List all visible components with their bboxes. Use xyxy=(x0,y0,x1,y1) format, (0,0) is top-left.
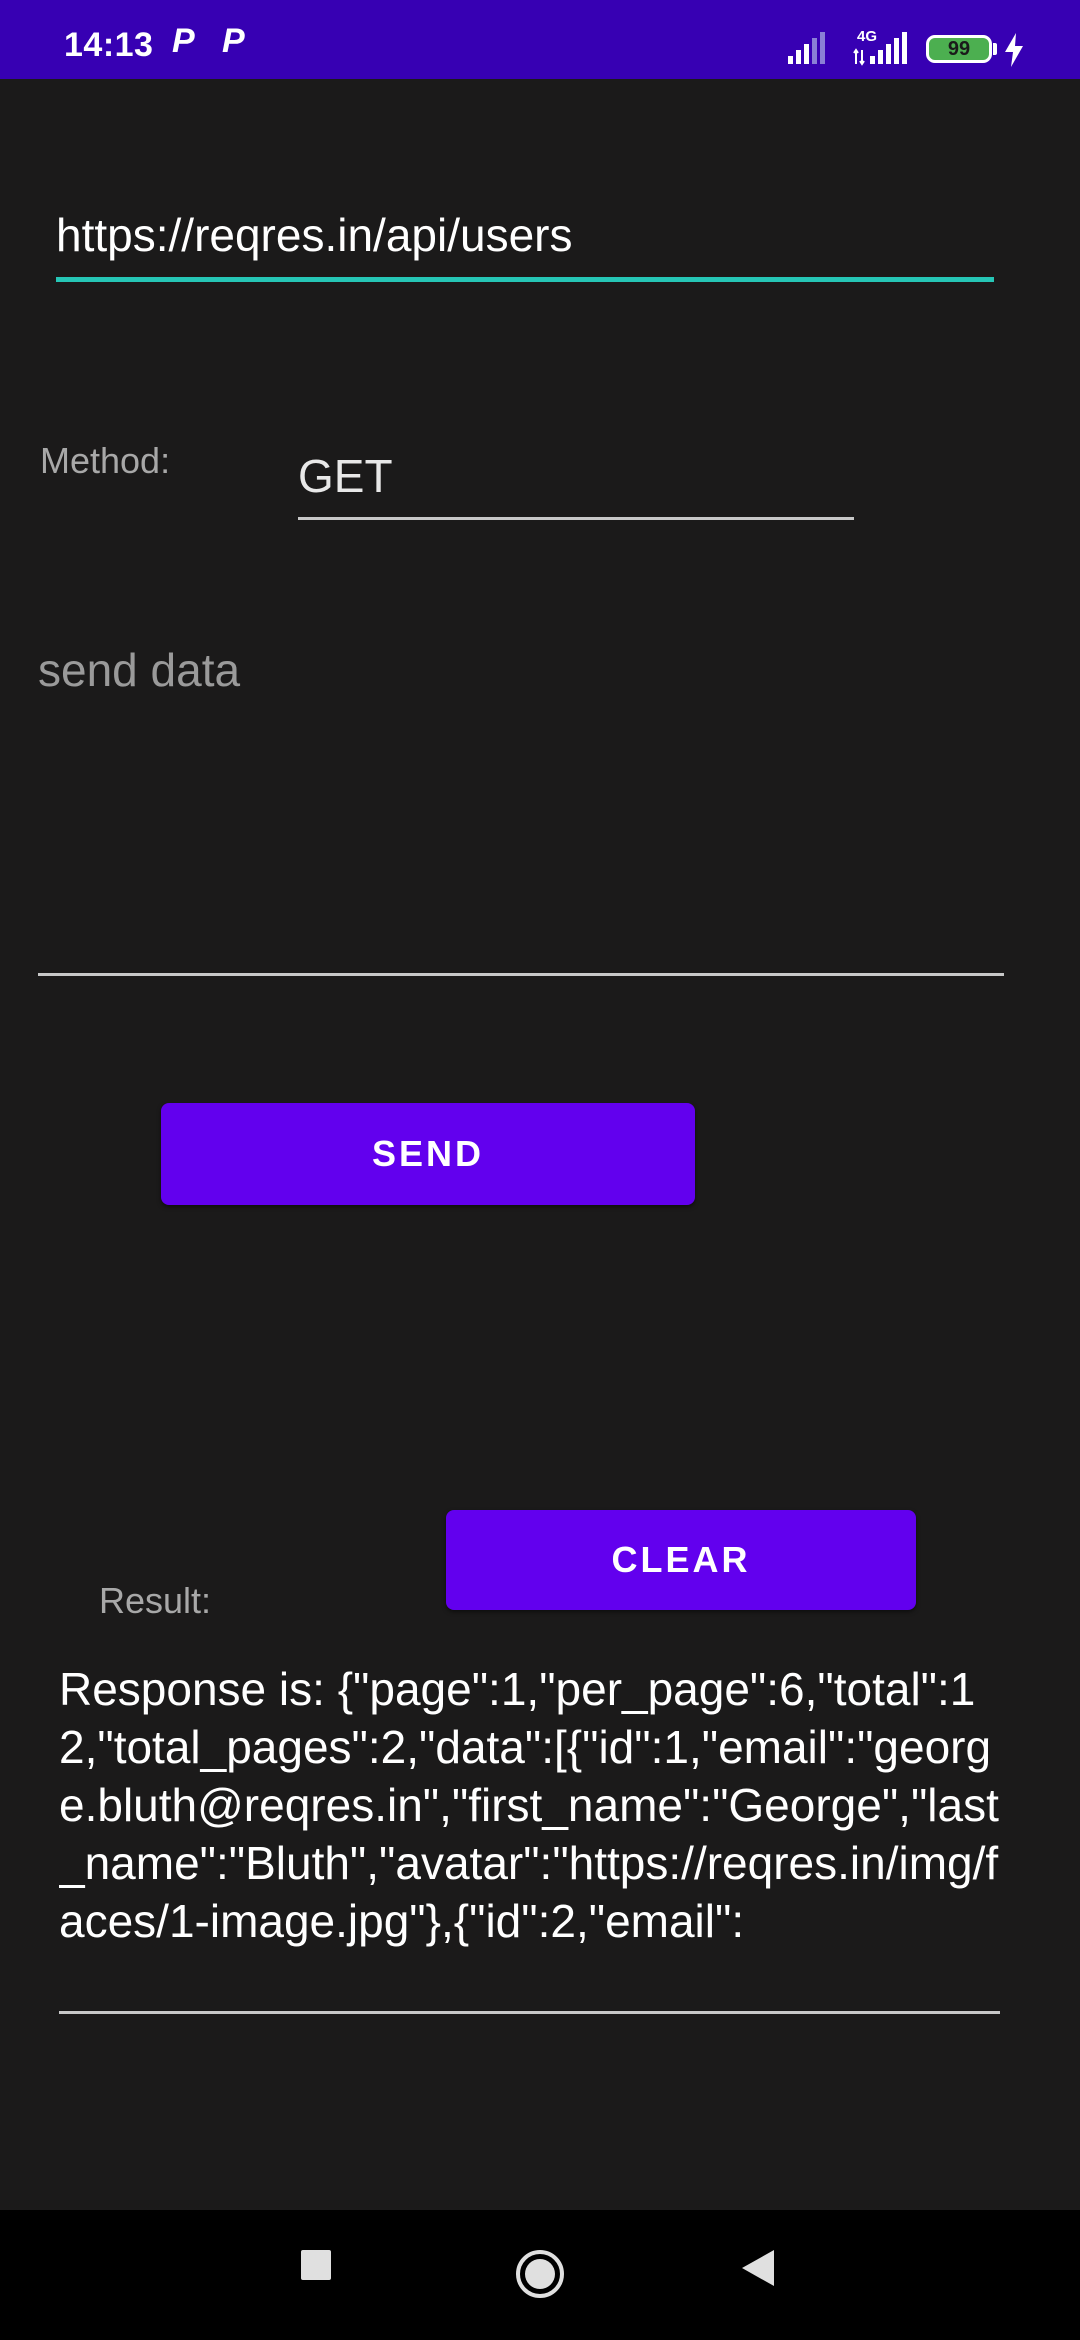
clear-button[interactable]: CLEAR xyxy=(446,1510,916,1610)
url-input[interactable]: https://reqres.in/api/users xyxy=(56,200,994,282)
recents-icon[interactable] xyxy=(299,2248,333,2282)
send-button[interactable]: SEND xyxy=(161,1103,695,1205)
home-icon[interactable] xyxy=(514,2248,566,2300)
send-data-input[interactable]: send data xyxy=(38,640,1004,976)
response-text[interactable]: Response is: {"page":1,"per_page":6,"tot… xyxy=(59,1660,1000,2014)
battery-level: 99 xyxy=(947,37,971,60)
notification-p-icon: P xyxy=(222,22,245,60)
status-bar: 14:13 P P 4G 99 xyxy=(0,0,1080,79)
status-time: 14:13 xyxy=(64,26,154,64)
result-label: Result: xyxy=(99,1580,212,1621)
back-icon[interactable] xyxy=(740,2248,776,2288)
battery-tip xyxy=(993,43,997,55)
battery-icon: 99 xyxy=(926,35,992,63)
method-input[interactable]: GET xyxy=(298,444,854,520)
signal-4g-icon xyxy=(853,32,907,66)
notification-p-icon: P xyxy=(172,22,195,60)
method-label: Method: xyxy=(40,440,171,481)
signal-icon xyxy=(788,32,825,64)
screen: 14:13 P P 4G 99 https://reqres.in/api/us… xyxy=(0,0,1080,2340)
charging-bolt-icon xyxy=(1005,33,1023,67)
